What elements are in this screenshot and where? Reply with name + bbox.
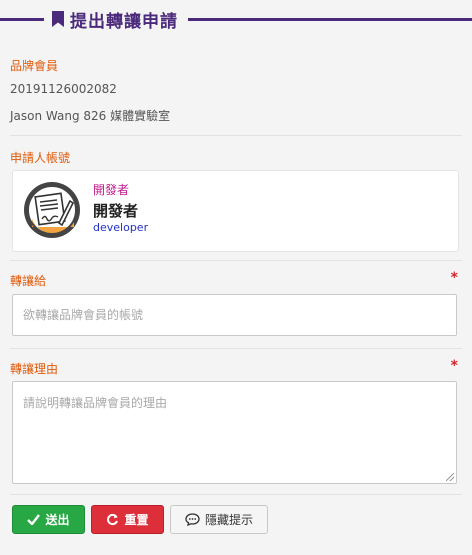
refresh-icon [106, 513, 119, 526]
brand-member-section: 品牌會員 [10, 57, 462, 74]
reason-label: 轉讓理由 [10, 362, 59, 376]
reset-button[interactable]: 重置 [91, 505, 164, 534]
divider [10, 348, 462, 349]
check-icon [27, 514, 41, 525]
divider [10, 135, 462, 136]
applicant-account: developer [93, 221, 149, 234]
hide-hint-button[interactable]: 隱藏提示 [170, 505, 268, 534]
divider [10, 494, 462, 495]
page-title: 提出轉讓申請 [70, 11, 178, 32]
resize-handle-icon[interactable] [446, 473, 454, 481]
reason-section: 轉讓理由 * [10, 358, 462, 377]
required-mark: * [450, 270, 458, 286]
transfer-to-label: 轉讓給 [10, 274, 47, 288]
divider [10, 260, 462, 261]
reason-textarea[interactable] [12, 381, 457, 484]
bookmark-icon [52, 11, 64, 27]
brand-member-name: Jason Wang 826 媒體實驗室 [10, 109, 171, 123]
signature-document-icon [24, 182, 80, 238]
reason-field-wrap [12, 381, 457, 484]
transfer-to-section: 轉讓給 * [10, 270, 462, 289]
applicant-role: 開發者 [93, 183, 130, 197]
reset-button-label: 重置 [124, 513, 149, 527]
transfer-to-input[interactable] [12, 294, 457, 336]
send-button[interactable]: 送出 [12, 505, 85, 534]
applicant-card: 開發者 開發者 developer [12, 170, 459, 252]
required-mark: * [450, 358, 458, 374]
comment-icon [185, 513, 200, 526]
brand-member-id: 20191126002082 [10, 82, 117, 96]
applicant-name: 開發者 [93, 202, 139, 220]
page-header: 提出轉讓申請 [0, 6, 472, 32]
brand-member-label: 品牌會員 [10, 59, 59, 73]
send-button-label: 送出 [45, 513, 70, 527]
applicant-section: 申請人帳號 [10, 149, 462, 166]
applicant-label: 申請人帳號 [10, 151, 71, 165]
hide-hint-button-label: 隱藏提示 [204, 513, 253, 527]
header-title-wrap: 提出轉讓申請 [44, 6, 188, 32]
